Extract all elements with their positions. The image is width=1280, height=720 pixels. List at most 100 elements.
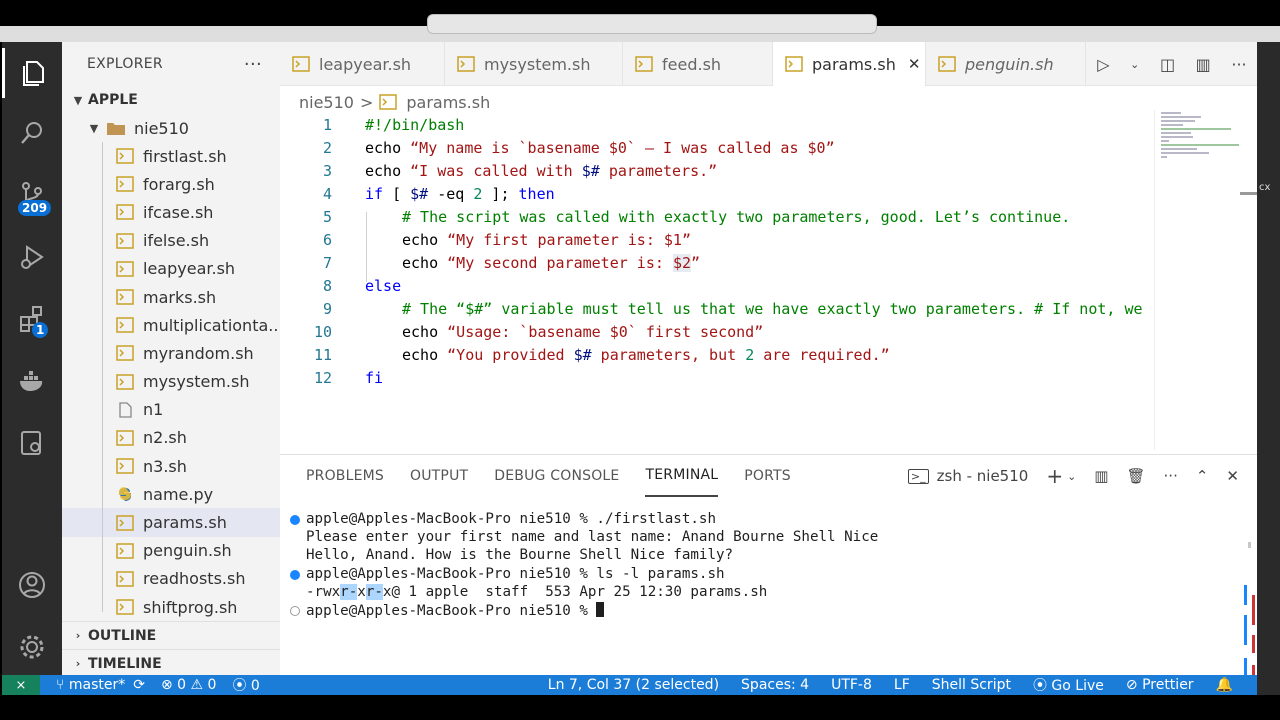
- extensions-activity[interactable]: 1: [2, 294, 62, 344]
- file-item[interactable]: params.sh: [62, 508, 280, 537]
- split-editor-icon[interactable]: ▥: [1196, 55, 1211, 74]
- file-item[interactable]: mysystem.sh: [62, 368, 280, 396]
- run-icon[interactable]: ▷: [1097, 55, 1109, 74]
- error-icon: ⊗: [160, 677, 178, 693]
- close-icon[interactable]: ✕: [1226, 467, 1239, 485]
- command-decoration-icon[interactable]: [290, 515, 300, 525]
- search-icon: [21, 122, 42, 144]
- python-file-icon: [119, 487, 131, 502]
- shell-file-icon: [116, 232, 134, 249]
- tab-feed[interactable]: feed.sh: [623, 42, 773, 86]
- file-item[interactable]: ifcase.sh: [62, 198, 280, 226]
- file-name: multiplicationta...: [143, 315, 280, 335]
- cursor-position[interactable]: Ln 7, Col 37 (2 selected): [548, 677, 719, 693]
- file-item[interactable]: name.py: [62, 480, 280, 508]
- explorer-activity[interactable]: [2, 48, 62, 98]
- folder-nie510[interactable]: ▼ nie510: [62, 114, 280, 142]
- open-changes-icon[interactable]: ◫: [1160, 55, 1175, 74]
- file-item[interactable]: multiplicationta...: [62, 311, 280, 339]
- chevron-up-icon[interactable]: ⌃: [1196, 467, 1209, 485]
- editor-scrollbar[interactable]: [1240, 192, 1257, 195]
- trash-icon[interactable]: 🗑: [1126, 467, 1145, 485]
- line-number: 5: [322, 208, 332, 226]
- tab-ports[interactable]: PORTS: [744, 455, 791, 497]
- shell-file-icon: [116, 176, 134, 193]
- remote-indicator[interactable]: ⨯: [2, 675, 40, 695]
- file-item[interactable]: shiftprog.sh: [62, 593, 280, 621]
- workspace-root[interactable]: ▼ APPLE: [62, 86, 280, 114]
- file-item[interactable]: ifelse.sh: [62, 227, 280, 255]
- file-item[interactable]: readhosts.sh: [62, 565, 280, 593]
- language-mode[interactable]: Shell Script: [932, 677, 1011, 693]
- more-actions-icon[interactable]: ···: [1231, 55, 1246, 74]
- accounts-activity[interactable]: [2, 560, 62, 610]
- line-number: 6: [322, 231, 332, 249]
- file-item[interactable]: penguin.sh: [62, 537, 280, 565]
- line-number: 12: [313, 369, 332, 387]
- problems-indicator[interactable]: ⊗ 0 ⚠ 0: [161, 677, 216, 693]
- gear-icon: [20, 635, 44, 659]
- tab-debug-console[interactable]: DEBUG CONSOLE: [494, 455, 619, 497]
- search-activity[interactable]: [2, 108, 62, 158]
- indent-guide: [366, 212, 367, 282]
- file-item[interactable]: myrandom.sh: [62, 339, 280, 367]
- file-item[interactable]: marks.sh: [62, 283, 280, 311]
- ports-indicator[interactable]: ⦿ 0: [232, 675, 259, 695]
- command-decoration-icon[interactable]: [290, 605, 300, 616]
- code-editor[interactable]: 1 2 3 4 5 6 7 8 9 10 11 12 #!/bin/bash echo “My nam…: [280, 116, 1160, 452]
- end-of-line[interactable]: LF: [894, 677, 910, 693]
- terminal-output[interactable]: apple@Apples-MacBook-Pro nie510 % ./firs…: [288, 511, 1243, 620]
- file-name: n1: [143, 400, 164, 420]
- timeline-section[interactable]: › TIMELINE: [62, 649, 280, 675]
- shell-file-icon: [938, 56, 956, 72]
- source-control-activity[interactable]: 209: [2, 170, 62, 220]
- minimap[interactable]: [1154, 110, 1242, 450]
- explorer-sidebar: EXPLORER ··· ▼ APPLE ▼ nie510 firstlast.…: [62, 42, 280, 675]
- sync-icon[interactable]: ⟳: [133, 677, 145, 693]
- file-item[interactable]: n1: [62, 396, 280, 424]
- shell-file-icon: [116, 458, 134, 474]
- editor-tabs: leapyear.sh mysystem.sh feed.sh params.s…: [280, 42, 1257, 86]
- chevron-down-icon[interactable]: ⌄: [1067, 470, 1076, 483]
- encoding[interactable]: UTF-8: [831, 677, 872, 693]
- plus-icon[interactable]: +: [1046, 464, 1063, 488]
- file-item[interactable]: firstlast.sh: [62, 142, 280, 170]
- terminal-name[interactable]: zsh - nie510: [937, 467, 1029, 485]
- run-debug-activity[interactable]: [2, 232, 62, 282]
- prettier-button[interactable]: ⊘ Prettier: [1126, 677, 1194, 693]
- breadcrumb-folder[interactable]: nie510: [299, 93, 354, 112]
- breadcrumb-file[interactable]: params.sh: [406, 93, 490, 112]
- file-item[interactable]: forarg.sh: [62, 170, 280, 198]
- file-item[interactable]: n2.sh: [62, 424, 280, 452]
- command-decoration-icon[interactable]: [290, 569, 300, 580]
- tab-penguin[interactable]: penguin.sh: [926, 42, 1086, 86]
- more-actions-icon[interactable]: ···: [1164, 467, 1178, 485]
- tab-mysystem[interactable]: mysystem.sh: [445, 42, 623, 86]
- more-actions-icon[interactable]: ···: [244, 54, 262, 75]
- split-terminal-icon[interactable]: ▥: [1094, 467, 1108, 485]
- go-live-button[interactable]: ⦿ Go Live: [1033, 675, 1104, 695]
- file-item[interactable]: n3.sh: [62, 452, 280, 480]
- file-item[interactable]: leapyear.sh: [62, 255, 280, 283]
- indentation[interactable]: Spaces: 4: [741, 677, 809, 693]
- bell-icon[interactable]: 🔔: [1216, 677, 1233, 693]
- shell-file-icon: [379, 94, 398, 110]
- manage-activity[interactable]: [2, 622, 62, 672]
- outline-section[interactable]: › OUTLINE: [62, 621, 280, 649]
- remote-explorer-activity[interactable]: [2, 418, 62, 468]
- shell-file-icon: [116, 317, 134, 333]
- tab-leapyear[interactable]: leapyear.sh: [280, 42, 445, 86]
- tab-output[interactable]: OUTPUT: [410, 455, 468, 497]
- branch-indicator[interactable]: ⑂ master*: [56, 677, 125, 693]
- chevron-right-icon: ›: [75, 629, 81, 642]
- line-number: 4: [322, 185, 332, 203]
- line-number: 3: [322, 162, 332, 180]
- tab-params[interactable]: params.sh ✕: [773, 42, 926, 86]
- tab-problems[interactable]: PROBLEMS: [306, 455, 384, 497]
- shell-file-icon: [635, 56, 653, 72]
- command-center[interactable]: [427, 14, 877, 34]
- tab-terminal[interactable]: TERMINAL: [645, 455, 719, 497]
- chevron-down-icon[interactable]: ⌄: [1130, 58, 1139, 71]
- docker-activity[interactable]: [2, 356, 62, 406]
- close-icon[interactable]: ✕: [908, 55, 921, 73]
